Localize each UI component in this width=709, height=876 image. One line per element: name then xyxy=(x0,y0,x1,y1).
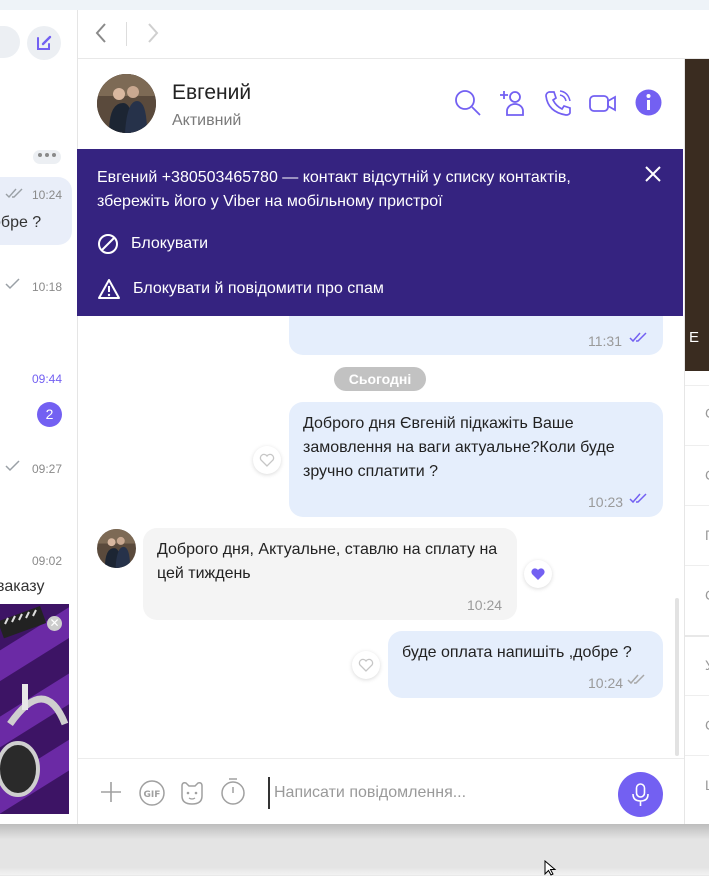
double-check-icon xyxy=(627,674,645,685)
check-icon xyxy=(5,278,21,290)
message-bubble-outgoing[interactable]: 11:31 xyxy=(289,316,663,355)
timer-icon[interactable] xyxy=(220,777,246,805)
block-label: Блокувати xyxy=(131,235,209,252)
check-icon xyxy=(5,460,21,472)
chat-list-panel: 10:24 обре ? 10:18 09:44 2 09:27 09:02 в… xyxy=(0,10,78,824)
unread-badge: 2 xyxy=(37,402,62,427)
info-panel: E С С П С У С L xyxy=(684,59,709,824)
message-composer: GIF xyxy=(78,758,684,825)
back-arrow-icon[interactable] xyxy=(94,22,108,44)
block-spam-label: Блокувати й повідомити про спам xyxy=(133,280,384,297)
message-text: Доброго дня Євгеній підкажіть Ваше замов… xyxy=(303,415,615,480)
chat-time: 10:18 xyxy=(32,280,63,294)
double-check-icon xyxy=(629,332,647,343)
message-text: Доброго дня, Актуальне, ставлю на сплату… xyxy=(157,541,498,582)
plus-icon[interactable] xyxy=(100,781,122,803)
compose-icon xyxy=(37,35,52,50)
gif-icon[interactable]: GIF xyxy=(139,780,165,806)
navigation-bar xyxy=(78,10,709,59)
add-participant-icon[interactable] xyxy=(499,89,527,117)
scrollbar[interactable] xyxy=(675,598,679,756)
like-button[interactable] xyxy=(524,560,552,588)
heart-icon xyxy=(259,453,275,467)
chat-snippet: ваказу xyxy=(0,578,45,595)
chat-time: 09:27 xyxy=(32,462,63,476)
contact-avatar[interactable] xyxy=(97,74,156,133)
heart-icon xyxy=(358,658,374,672)
block-button[interactable]: Блокувати xyxy=(97,233,208,255)
heart-icon xyxy=(531,568,545,580)
message-time: 11:31 xyxy=(588,333,622,349)
message-text: буде оплата напишіть ,добре ? xyxy=(402,644,632,661)
block-icon xyxy=(98,234,118,254)
video-call-icon[interactable] xyxy=(588,89,618,117)
double-check-icon xyxy=(629,493,647,504)
like-button[interactable] xyxy=(352,651,380,679)
unknown-contact-banner: Евгений +380503465780 — контакт відсутні… xyxy=(77,149,683,316)
message-input[interactable] xyxy=(268,777,614,809)
taskbar xyxy=(0,824,709,876)
banner-message: Евгений +380503465780 — контакт відсутні… xyxy=(97,169,571,210)
sender-avatar[interactable] xyxy=(97,529,136,568)
chat-time: 10:24 xyxy=(32,188,63,202)
contact-name: Евгений xyxy=(172,81,252,104)
message-bubble-outgoing[interactable]: Доброго дня Євгеній підкажіть Ваше замов… xyxy=(289,402,663,517)
more-options-button[interactable] xyxy=(33,150,61,164)
message-time: 10:23 xyxy=(588,494,624,510)
sticker-icon[interactable] xyxy=(178,780,206,806)
message-bubble-incoming[interactable]: Доброго дня, Актуальне, ставлю на сплату… xyxy=(143,528,517,620)
search-icon[interactable] xyxy=(454,89,482,117)
chat-snippet: обре ? xyxy=(0,214,42,231)
ad-banner[interactable]: ✕ xyxy=(0,604,69,814)
headphones-icon xyxy=(0,606,69,797)
voice-message-button[interactable] xyxy=(618,772,663,817)
compose-button[interactable] xyxy=(27,26,61,60)
date-separator: Сьогодні xyxy=(334,367,426,391)
close-icon[interactable] xyxy=(643,164,663,184)
info-icon[interactable] xyxy=(635,89,662,116)
double-check-icon xyxy=(5,187,25,199)
chat-search-input[interactable] xyxy=(0,26,20,58)
like-button[interactable] xyxy=(253,446,281,474)
mouse-cursor-icon xyxy=(544,860,557,876)
microphone-icon xyxy=(632,783,649,806)
message-time: 10:24 xyxy=(467,597,503,613)
warning-icon xyxy=(98,279,120,299)
contact-status: Активний xyxy=(172,112,242,129)
message-time: 10:24 xyxy=(588,675,624,691)
contact-photo: E xyxy=(685,59,709,371)
message-bubble-outgoing[interactable]: буде оплата напишіть ,добре ? 10:24 xyxy=(388,631,663,698)
svg-text:GIF: GIF xyxy=(144,790,161,800)
block-and-report-spam-button[interactable]: Блокувати й повідомити про спам xyxy=(97,278,384,300)
nav-divider xyxy=(126,22,127,46)
chat-time: 09:02 xyxy=(32,554,63,568)
ad-close-icon[interactable]: ✕ xyxy=(47,616,62,631)
forward-arrow-icon[interactable] xyxy=(146,22,160,44)
call-icon[interactable] xyxy=(544,89,572,117)
chat-time: 09:44 xyxy=(32,372,63,386)
